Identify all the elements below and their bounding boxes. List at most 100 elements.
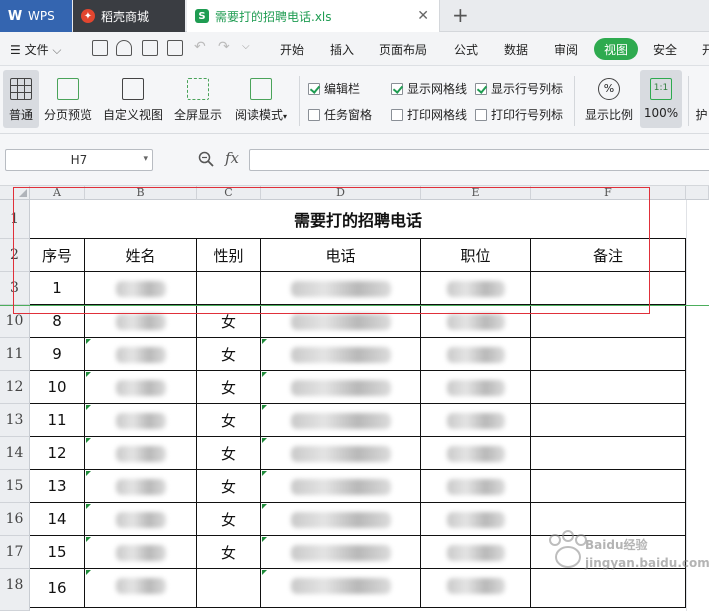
- gender-cell[interactable]: 女: [197, 503, 261, 536]
- sheet-title-cell[interactable]: 需要打的招聘电话: [30, 200, 686, 239]
- fx-icon[interactable]: fx: [225, 149, 239, 167]
- custom-view-button[interactable]: 自定义视图: [101, 70, 165, 128]
- zoom-ratio-button[interactable]: % 显示比例: [582, 70, 636, 128]
- menu-page-layout[interactable]: 页面布局: [379, 41, 427, 58]
- column-header-d[interactable]: D: [261, 186, 421, 200]
- show-gridlines-checkbox[interactable]: 显示网格线: [391, 80, 467, 97]
- gender-cell[interactable]: [197, 272, 261, 305]
- row-header[interactable]: 14: [0, 437, 30, 470]
- new-tab-icon[interactable]: +: [452, 4, 469, 26]
- page-break-preview-button[interactable]: 分页预览: [42, 70, 94, 128]
- header-phone-cell[interactable]: 电话: [261, 239, 421, 272]
- header-remark-cell[interactable]: 备注: [531, 239, 686, 272]
- row-header[interactable]: 15: [0, 470, 30, 503]
- close-tab-icon[interactable]: ✕: [417, 9, 429, 23]
- tab-wps[interactable]: W WPS: [0, 0, 72, 32]
- tab-store[interactable]: ✦ 稻壳商城: [73, 0, 185, 32]
- seq-cell[interactable]: 1: [30, 272, 85, 305]
- spreadsheet-file-icon: S: [195, 9, 209, 23]
- more-chevron-icon[interactable]: ⌵: [242, 41, 250, 52]
- show-headers-checkbox[interactable]: 显示行号列标: [475, 80, 563, 97]
- menu-more[interactable]: 开: [702, 41, 709, 58]
- row-header[interactable]: 3: [0, 272, 30, 305]
- row-header[interactable]: 10: [0, 305, 30, 338]
- column-header-g[interactable]: [686, 186, 709, 200]
- seq-cell[interactable]: 14: [30, 503, 85, 536]
- seq-cell[interactable]: 12: [30, 437, 85, 470]
- row-header[interactable]: 2: [0, 239, 30, 272]
- row-header[interactable]: 12: [0, 371, 30, 404]
- zoom-100-button[interactable]: 1:1 100%: [640, 70, 682, 128]
- redacted-content: [116, 446, 166, 462]
- print-icon[interactable]: [142, 40, 158, 56]
- name-box[interactable]: H7 ▾: [5, 149, 153, 171]
- header-name-cell[interactable]: 姓名: [85, 239, 197, 272]
- seq-cell[interactable]: 9: [30, 338, 85, 371]
- seq-cell[interactable]: 13: [30, 470, 85, 503]
- seq-cell[interactable]: 11: [30, 404, 85, 437]
- formula-input[interactable]: [249, 149, 709, 171]
- menu-review[interactable]: 审阅: [554, 41, 578, 58]
- select-all-corner[interactable]: [0, 186, 30, 200]
- gender-cell[interactable]: [197, 569, 261, 608]
- cell-indicator-icon: [262, 372, 267, 377]
- row-header[interactable]: 1: [0, 200, 30, 239]
- edit-bar-checkbox[interactable]: 编辑栏: [308, 80, 360, 97]
- gender-cell[interactable]: 女: [197, 536, 261, 569]
- zoom-search-icon[interactable]: [198, 151, 214, 167]
- remark-cell[interactable]: [531, 404, 686, 437]
- row-header[interactable]: 17: [0, 536, 30, 569]
- protect-button[interactable]: 护: [694, 70, 709, 128]
- menu-formula[interactable]: 公式: [454, 41, 478, 58]
- seq-cell[interactable]: 10: [30, 371, 85, 404]
- header-position-cell[interactable]: 职位: [421, 239, 531, 272]
- column-header-b[interactable]: B: [85, 186, 197, 200]
- remark-cell[interactable]: [531, 305, 686, 338]
- file-menu-button[interactable]: ☰ 文件 ⌵: [10, 41, 62, 58]
- menu-home[interactable]: 开始: [280, 41, 304, 58]
- seq-cell[interactable]: 16: [30, 569, 85, 608]
- seq-cell[interactable]: 15: [30, 536, 85, 569]
- format-painter-icon[interactable]: [116, 40, 132, 56]
- menu-data[interactable]: 数据: [504, 41, 528, 58]
- remark-cell[interactable]: [531, 338, 686, 371]
- print-gridlines-checkbox[interactable]: 打印网格线: [391, 106, 467, 123]
- column-header-c[interactable]: C: [197, 186, 261, 200]
- menu-security[interactable]: 安全: [653, 41, 677, 58]
- dropdown-arrow-icon[interactable]: ▾: [143, 154, 148, 164]
- remark-cell[interactable]: [531, 272, 686, 305]
- gender-cell[interactable]: 女: [197, 437, 261, 470]
- reading-mode-button[interactable]: 阅读模式▾: [231, 70, 291, 128]
- task-pane-checkbox[interactable]: 任务窗格: [308, 106, 372, 123]
- print-headers-checkbox[interactable]: 打印行号列标: [475, 106, 563, 123]
- row-header[interactable]: 16: [0, 503, 30, 536]
- remark-cell[interactable]: [531, 437, 686, 470]
- save-icon[interactable]: [92, 40, 108, 56]
- menu-view[interactable]: 视图: [594, 38, 638, 60]
- menu-insert[interactable]: 插入: [330, 41, 354, 58]
- print-preview-icon[interactable]: [167, 40, 183, 56]
- redacted-content: [116, 545, 166, 561]
- header-seq-cell[interactable]: 序号: [30, 239, 85, 272]
- column-header-f[interactable]: F: [531, 186, 686, 200]
- fullscreen-button[interactable]: 全屏显示: [172, 70, 224, 128]
- row-header[interactable]: 18: [0, 569, 30, 611]
- column-header-e[interactable]: E: [421, 186, 531, 200]
- gender-cell[interactable]: 女: [197, 371, 261, 404]
- seq-cell[interactable]: 8: [30, 305, 85, 338]
- gender-cell[interactable]: 女: [197, 338, 261, 371]
- column-header-a[interactable]: A: [30, 186, 85, 200]
- normal-view-button[interactable]: 普通: [3, 70, 39, 128]
- remark-cell[interactable]: [531, 371, 686, 404]
- gender-cell[interactable]: 女: [197, 305, 261, 338]
- remark-cell[interactable]: [531, 470, 686, 503]
- tab-file[interactable]: S 需要打的招聘电话.xls ✕: [187, 0, 440, 32]
- redo-icon[interactable]: ↷: [218, 39, 230, 55]
- header-gender-cell[interactable]: 性别: [197, 239, 261, 272]
- redacted-content: [291, 479, 391, 495]
- gender-cell[interactable]: 女: [197, 404, 261, 437]
- undo-icon[interactable]: ↶: [194, 39, 206, 55]
- gender-cell[interactable]: 女: [197, 470, 261, 503]
- row-header[interactable]: 13: [0, 404, 30, 437]
- row-header[interactable]: 11: [0, 338, 30, 371]
